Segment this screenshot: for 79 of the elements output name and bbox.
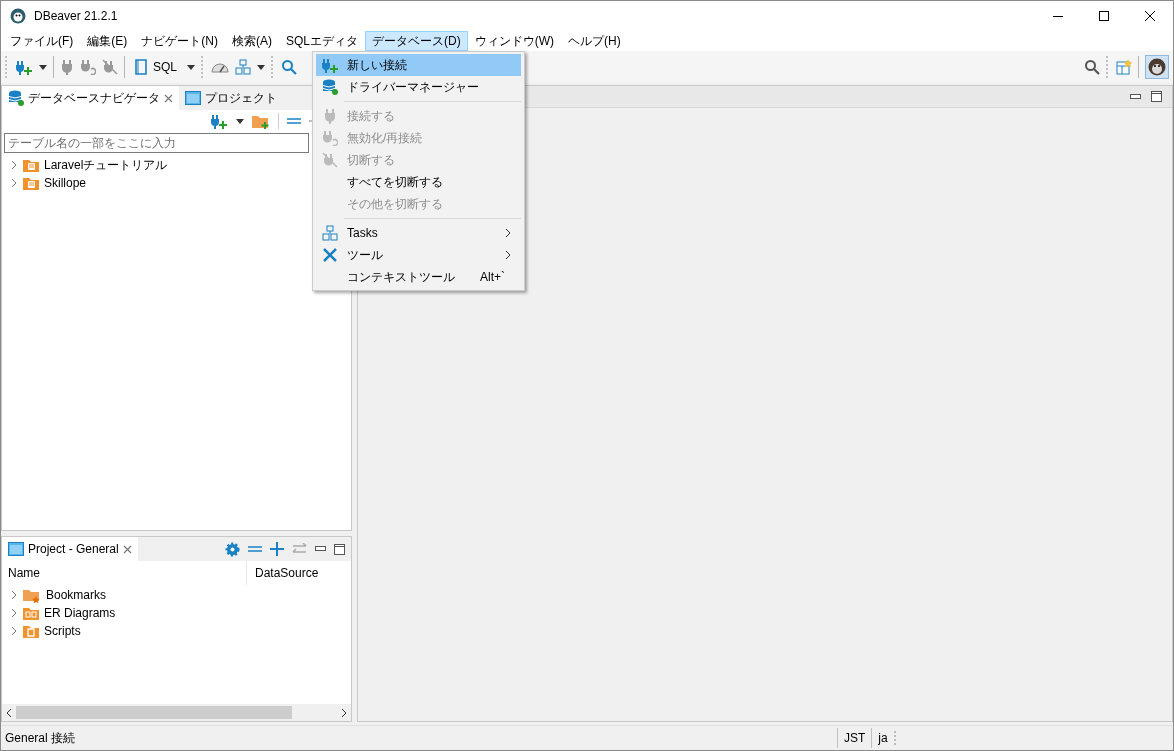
menu-item[interactable]: 新しい接続 bbox=[316, 54, 521, 76]
caret-icon[interactable] bbox=[236, 118, 244, 124]
tree-item[interactable]: Skillope bbox=[44, 176, 87, 190]
plug-icon[interactable] bbox=[60, 59, 74, 75]
collapse-icon[interactable] bbox=[248, 546, 262, 552]
plug-plus-icon[interactable] bbox=[321, 57, 339, 73]
database-folder-icon bbox=[23, 176, 39, 190]
beaver-logo-icon bbox=[1148, 58, 1166, 76]
caret-icon[interactable] bbox=[39, 64, 47, 70]
menu-item[interactable]: ドライバーマネージャー bbox=[316, 76, 521, 98]
menu-item[interactable]: SQLエディタ bbox=[279, 31, 365, 51]
plug-refresh-icon[interactable] bbox=[80, 59, 96, 75]
panel-tab[interactable]: データベースナビゲータ bbox=[2, 86, 179, 110]
menu-item[interactable]: データベース(D) bbox=[365, 31, 468, 51]
menu-item[interactable]: ツール bbox=[316, 244, 521, 266]
menu-item[interactable]: 編集(E) bbox=[80, 31, 135, 51]
gauge-icon[interactable] bbox=[211, 60, 229, 74]
chevron-right-icon[interactable] bbox=[10, 627, 18, 635]
column-header[interactable]: Name bbox=[2, 561, 247, 585]
tasks-icon bbox=[322, 225, 338, 241]
maximize-icon[interactable] bbox=[1099, 11, 1109, 21]
chevron-right-icon[interactable] bbox=[10, 179, 18, 187]
close-icon[interactable] bbox=[1145, 11, 1155, 21]
caret-icon[interactable] bbox=[257, 64, 265, 70]
app-logo-icon bbox=[10, 8, 26, 24]
window-icon bbox=[8, 542, 24, 556]
menu-item[interactable]: 検索(A) bbox=[225, 31, 279, 51]
horizontal-scrollbar[interactable] bbox=[2, 704, 351, 721]
window-title: DBeaver 21.2.1 bbox=[34, 9, 118, 23]
tree-item[interactable]: Scripts bbox=[44, 624, 81, 638]
sql-editor-button[interactable]: SQL bbox=[131, 57, 181, 77]
minimize-icon[interactable] bbox=[1053, 15, 1063, 17]
folder-star-icon bbox=[23, 587, 41, 603]
folder-plus-icon[interactable] bbox=[252, 113, 270, 129]
settings-icon[interactable] bbox=[225, 541, 240, 557]
diagram-folder-icon bbox=[23, 606, 39, 620]
minimize-icon[interactable] bbox=[315, 546, 326, 552]
plug-plus-icon[interactable] bbox=[210, 113, 228, 129]
scroll-right-icon[interactable] bbox=[341, 708, 347, 717]
filter-field[interactable]: テーブル名の一部をここに入力 bbox=[4, 133, 309, 153]
chevron-right-icon[interactable] bbox=[10, 161, 18, 169]
tree-item[interactable]: Laravelチュートリアル bbox=[44, 156, 168, 174]
plug-disconnect-icon[interactable] bbox=[102, 59, 118, 75]
menu-item[interactable]: すべてを切断する bbox=[316, 171, 521, 193]
chevron-right-icon[interactable] bbox=[10, 609, 18, 617]
script-folder-icon bbox=[23, 624, 39, 638]
menu-item[interactable]: ファイル(F) bbox=[3, 31, 81, 51]
minimize-icon[interactable] bbox=[1130, 93, 1141, 100]
tree-item[interactable]: ER Diagrams bbox=[44, 606, 116, 620]
menu-item[interactable]: ヘルプ(H) bbox=[561, 31, 628, 51]
menu-item[interactable]: ナビゲート(N) bbox=[134, 31, 225, 51]
maximize-icon[interactable] bbox=[1151, 91, 1162, 102]
perspective-icon[interactable] bbox=[1116, 59, 1132, 75]
panel-tab[interactable]: Project - General bbox=[2, 537, 138, 561]
panel-tab[interactable]: プロジェクト bbox=[179, 86, 283, 110]
chevron-right-icon[interactable] bbox=[10, 591, 18, 599]
expand-icon[interactable] bbox=[270, 542, 284, 556]
status-message: General 接続 bbox=[4, 729, 77, 747]
column-header[interactable]: DataSource bbox=[247, 566, 319, 580]
maximize-icon[interactable] bbox=[334, 543, 345, 555]
menu-item[interactable]: ウィンドウ(W) bbox=[467, 31, 561, 51]
database-icon bbox=[322, 79, 338, 95]
plug-plus-icon[interactable] bbox=[15, 59, 33, 75]
collapse-icon[interactable] bbox=[287, 118, 301, 124]
window-icon bbox=[185, 91, 201, 105]
scroll-left-icon[interactable] bbox=[6, 708, 12, 717]
tree-item[interactable]: Bookmarks bbox=[46, 588, 107, 602]
menu-item[interactable]: コンテキストツール Alt+` bbox=[316, 266, 521, 288]
timezone-label: JST bbox=[844, 731, 866, 745]
search-icon[interactable] bbox=[1084, 59, 1100, 75]
perspective-button[interactable] bbox=[1145, 55, 1169, 79]
database-folder-icon bbox=[23, 158, 39, 172]
tasks-icon[interactable] bbox=[235, 59, 251, 75]
menu-item[interactable]: Tasks bbox=[316, 222, 521, 244]
database-icon bbox=[8, 90, 24, 106]
locale-label: ja bbox=[878, 731, 888, 745]
search-icon[interactable] bbox=[281, 59, 297, 75]
document-icon bbox=[135, 59, 147, 75]
caret-icon[interactable] bbox=[187, 64, 195, 70]
